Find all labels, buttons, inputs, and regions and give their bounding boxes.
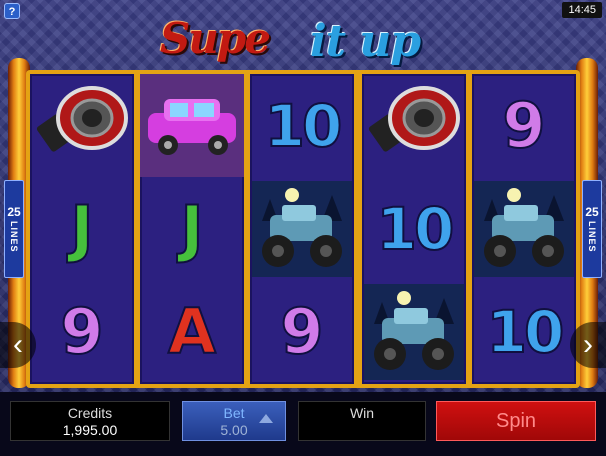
symbol-cell: 10 — [472, 280, 576, 383]
win-label: Win — [349, 405, 375, 421]
symbol-9: 9 — [59, 294, 104, 368]
bet-control[interactable]: Bet 5.00 — [182, 401, 286, 441]
symbol-cell: 9 — [472, 74, 576, 177]
spin-button[interactable]: Spin — [436, 401, 596, 441]
bet-up-arrow-icon[interactable] — [259, 414, 273, 423]
reel-2: JA — [140, 74, 244, 384]
symbol-cell: 9 — [30, 280, 134, 383]
win-display: Win — [298, 401, 426, 441]
speaker-icon — [30, 74, 134, 177]
reel-5: 9 10 — [472, 74, 576, 384]
logo-word-1: Supe — [160, 14, 271, 63]
symbol-J: J — [69, 191, 94, 265]
game-logo: Supe it up — [160, 12, 460, 72]
symbol-10: 10 — [376, 194, 456, 263]
symbol-9: 9 — [279, 294, 324, 368]
reel-1: J9 — [30, 74, 134, 384]
credits-display: Credits 1,995.00 — [10, 401, 170, 441]
lines-indicator-right: 25 LINES — [582, 180, 602, 278]
credits-value: 1,995.00 — [62, 422, 118, 438]
reel-4: 10 — [362, 74, 466, 384]
lines-count: 25 — [585, 205, 599, 220]
symbol-cell: A — [140, 280, 244, 383]
monster-truck-icon — [362, 280, 466, 383]
monster-truck-icon — [472, 177, 576, 280]
symbol-cell: 10 — [362, 177, 466, 280]
symbol-10: 10 — [486, 297, 566, 366]
bet-value: 5.00 — [220, 422, 248, 438]
clock: 14:45 — [562, 2, 602, 18]
help-button[interactable]: ? — [4, 3, 20, 19]
symbol-10: 10 — [264, 91, 344, 160]
speaker-icon — [362, 74, 466, 177]
symbol-A: A — [167, 294, 217, 368]
lines-word: LINES — [9, 221, 19, 253]
symbol-J: J — [179, 191, 204, 265]
lines-count: 25 — [7, 205, 21, 220]
symbol-cell: J — [140, 177, 244, 280]
logo-word-2: it up — [310, 16, 421, 67]
lines-indicator-left: 25 LINES — [4, 180, 24, 278]
reel-3: 10 9 — [250, 74, 354, 384]
symbol-cell: J — [30, 177, 134, 280]
symbol-cell: 10 — [250, 74, 354, 177]
limo-icon — [140, 74, 244, 177]
credits-label: Credits — [67, 405, 113, 421]
lines-word: LINES — [587, 221, 597, 253]
symbol-9: 9 — [501, 88, 546, 162]
symbol-cell: 9 — [250, 280, 354, 383]
monster-truck-icon — [250, 177, 354, 280]
